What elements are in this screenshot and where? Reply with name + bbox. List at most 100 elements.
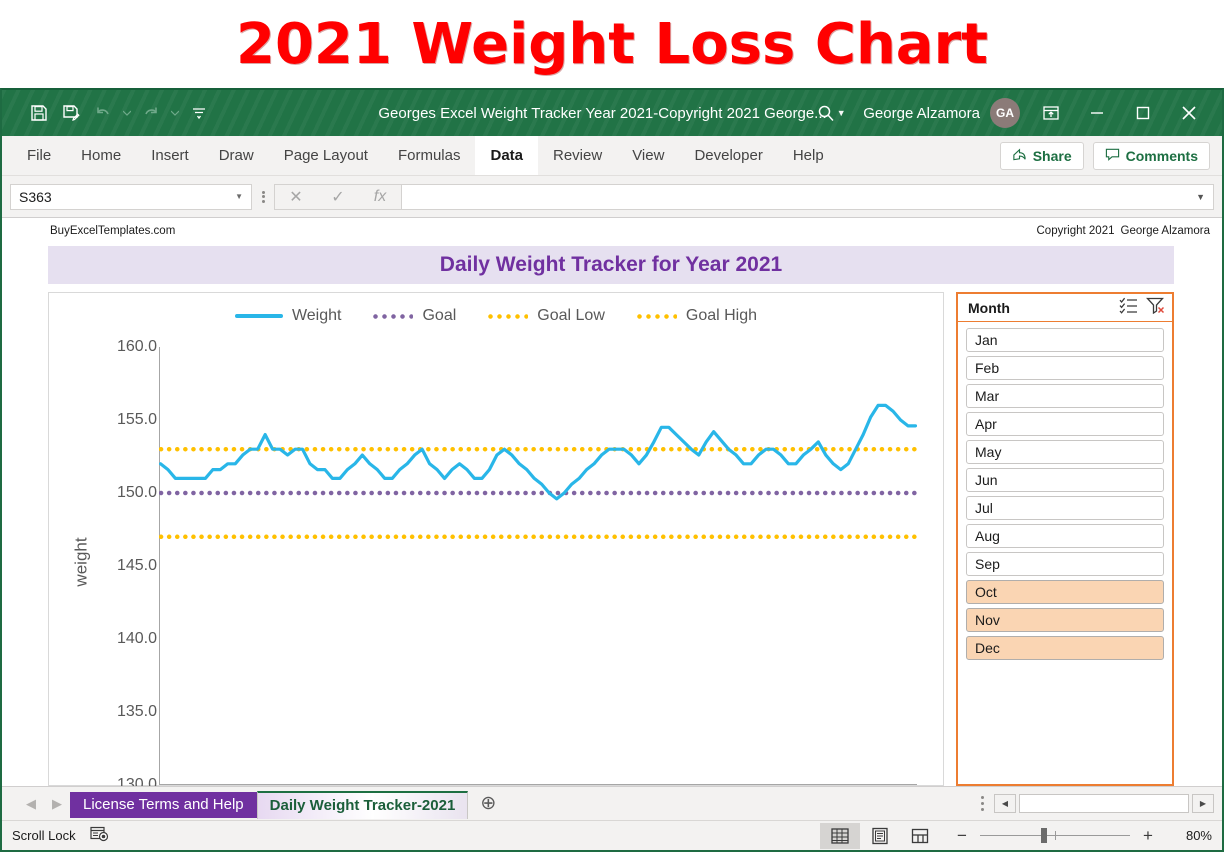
formula-bar-grip[interactable] [252, 189, 274, 204]
slicer-item-mar[interactable]: Mar [966, 384, 1164, 408]
undo-dropdown-icon[interactable] [120, 99, 134, 127]
author-label: George Alzamora [1120, 224, 1211, 237]
slicer-item-may[interactable]: May [966, 440, 1164, 464]
redo-dropdown-icon[interactable] [168, 99, 182, 127]
avatar[interactable]: GA [990, 98, 1020, 128]
scroll-right-icon[interactable]: ▶ [1192, 794, 1214, 813]
tab-formulas[interactable]: Formulas [383, 136, 476, 175]
previous-sheet-icon[interactable]: ◀ [18, 791, 44, 817]
legend-item-goal-low[interactable]: Goal Low [486, 307, 605, 325]
next-sheet-icon[interactable]: ▶ [44, 791, 70, 817]
slicer-item-jul[interactable]: Jul [966, 496, 1164, 520]
legend-item-goal[interactable]: Goal [371, 307, 456, 325]
formula-bar: S363 ▼ ✕ ✓ fx ▼ [2, 176, 1222, 218]
name-box[interactable]: S363 ▼ [10, 183, 252, 210]
slicer-item-dec[interactable]: Dec [966, 636, 1164, 660]
add-sheet-icon[interactable]: ⊕ [468, 792, 508, 815]
status-bar-left: Scroll Lock [12, 826, 109, 845]
comments-button[interactable]: Comments [1092, 141, 1210, 170]
minimize-icon[interactable] [1074, 90, 1120, 136]
ribbon-tab-bar: File Home Insert Draw Page Layout Formul… [2, 136, 1222, 176]
save-as-icon[interactable] [56, 99, 86, 127]
slicer-item-label: Nov [975, 612, 1000, 628]
maximize-icon[interactable] [1120, 90, 1166, 136]
sheet-tab-license-terms-and-help[interactable]: License Terms and Help [70, 791, 257, 818]
slicer-item-nov[interactable]: Nov [966, 608, 1164, 632]
close-icon[interactable] [1166, 90, 1212, 136]
slicer-item-label: Feb [975, 360, 1000, 376]
zoom-slider[interactable] [980, 828, 1130, 844]
insert-function-icon[interactable]: fx [359, 185, 401, 209]
slicer-item-jan[interactable]: Jan [966, 328, 1164, 352]
share-label: Share [1032, 147, 1072, 164]
y-axis-tick-label: 130.0 [116, 776, 157, 786]
slicer-item-label: Aug [975, 528, 1000, 544]
horizontal-scroll-track[interactable] [1019, 794, 1189, 813]
share-button[interactable]: Share [999, 141, 1084, 170]
zoom-out-button[interactable]: − [954, 826, 970, 846]
tab-developer[interactable]: Developer [679, 136, 777, 175]
slicer-item-apr[interactable]: Apr [966, 412, 1164, 436]
sheet-tab-daily-weight-tracker-2021[interactable]: Daily Weight Tracker-2021 [256, 790, 469, 819]
page-layout-view-icon[interactable] [860, 823, 900, 849]
slicer-item-feb[interactable]: Feb [966, 356, 1164, 380]
tab-home[interactable]: Home [66, 136, 136, 175]
slicer-item-oct[interactable]: Oct [966, 580, 1164, 604]
slicer-item-jun[interactable]: Jun [966, 468, 1164, 492]
cancel-formula-icon[interactable]: ✕ [275, 185, 317, 209]
tab-draw[interactable]: Draw [204, 136, 269, 175]
tab-page-layout[interactable]: Page Layout [269, 136, 383, 175]
slicer-item-label: Jun [975, 472, 998, 488]
excel-window: Georges Excel Weight Tracker Year 2021-C… [0, 88, 1224, 852]
y-axis-tick-label: 140.0 [116, 630, 157, 647]
slicer-item-label: May [975, 444, 1002, 460]
name-box-dropdown-icon[interactable]: ▼ [235, 192, 243, 201]
y-axis-tick-label: 145.0 [116, 557, 157, 574]
tab-help[interactable]: Help [778, 136, 839, 175]
expand-formula-bar-icon[interactable]: ▼ [1196, 192, 1205, 202]
status-bar: Scroll Lock − + 80% [2, 820, 1222, 850]
account-button[interactable]: George Alzamora GA [849, 98, 1028, 128]
slicer-item-aug[interactable]: Aug [966, 524, 1164, 548]
slicer-item-sep[interactable]: Sep [966, 552, 1164, 576]
clear-filter-icon[interactable] [1146, 297, 1166, 319]
slicer-item-label: Sep [975, 556, 1000, 572]
zoom-slider-thumb[interactable] [1041, 828, 1047, 843]
formula-bar-actions: ✕ ✓ fx [274, 183, 401, 210]
slicer-item-list: Jan Feb Mar Apr May Jun Jul Aug Sep Oct Nov Dec [958, 322, 1172, 668]
undo-icon[interactable] [88, 99, 118, 127]
ribbon-display-options-icon[interactable] [1028, 90, 1074, 136]
enter-formula-icon[interactable]: ✓ [317, 185, 359, 209]
search-icon[interactable] [803, 95, 849, 131]
tab-review[interactable]: Review [538, 136, 617, 175]
page-banner: 2021 Weight Loss Chart [0, 0, 1224, 88]
horizontal-scrollbar[interactable]: ◀ ▶ [994, 794, 1222, 813]
plot-area[interactable] [159, 347, 917, 785]
tab-insert[interactable]: Insert [136, 136, 204, 175]
legend-item-weight[interactable]: Weight [234, 307, 341, 325]
slicer-header-icons [1119, 297, 1166, 319]
name-box-value: S363 [19, 188, 52, 205]
formula-input[interactable]: ▼ [401, 183, 1214, 210]
multi-select-icon[interactable] [1119, 297, 1138, 319]
page-break-preview-icon[interactable] [900, 823, 940, 849]
recording-macro-icon[interactable] [89, 826, 109, 845]
slicer-item-label: Jul [975, 500, 993, 516]
ribbon-actions: Share Comments [999, 136, 1222, 175]
tab-bar-grip[interactable] [970, 795, 994, 813]
month-slicer[interactable]: Month Jan Feb Mar Apr May Jun Jul Aug Sep Oct Nov D… [956, 292, 1174, 786]
scroll-left-icon[interactable]: ◀ [994, 794, 1016, 813]
customize-quick-access-toolbar-icon[interactable] [184, 99, 214, 127]
redo-icon[interactable] [136, 99, 166, 127]
chart-line-weight[interactable] [159, 403, 917, 501]
tab-view[interactable]: View [617, 136, 679, 175]
tab-data[interactable]: Data [475, 136, 538, 175]
y-axis-ticks: 130.0 135.0 140.0 145.0 150.0 155.0 160.0 [79, 338, 157, 786]
normal-view-icon[interactable] [820, 822, 860, 849]
weight-chart[interactable]: Weight Goal Goal Low Goal High weight 13… [48, 292, 944, 786]
tab-file[interactable]: File [12, 136, 66, 175]
zoom-in-button[interactable]: + [1140, 826, 1156, 846]
legend-item-goal-high[interactable]: Goal High [634, 307, 757, 325]
save-icon[interactable] [24, 99, 54, 127]
zoom-level-label[interactable]: 80% [1166, 828, 1212, 843]
